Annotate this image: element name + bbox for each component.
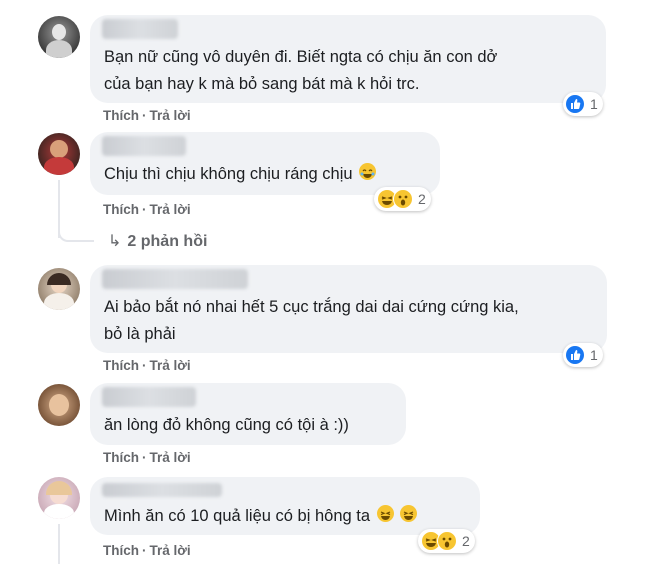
comment-bubble: Mình ăn có 10 quả liệu có bị hông ta	[90, 477, 480, 535]
separator: ·	[142, 202, 147, 217]
reaction-summary[interactable]: 2	[374, 187, 431, 211]
reaction-count: 1	[590, 347, 598, 363]
like-reaction-icon	[566, 346, 584, 364]
wow-reaction-icon	[437, 531, 457, 551]
reaction-count: 2	[462, 533, 470, 549]
cry-laugh-emoji-icon	[359, 163, 377, 180]
comment-text-line: Ai bảo bắt nó nhai hết 5 cục trắng dai d…	[104, 298, 519, 316]
reaction-summary[interactable]: 1	[563, 92, 603, 116]
like-link[interactable]: Thích	[103, 358, 139, 373]
avatar[interactable]	[38, 133, 80, 175]
author-name-redacted[interactable]	[102, 483, 222, 497]
view-replies-link[interactable]: ↳ 2 phản hồi	[108, 231, 207, 251]
avatar[interactable]	[38, 268, 80, 310]
reaction-count: 2	[418, 191, 426, 207]
comment-text-line: Bạn nữ cũng vô duyên đi. Biết ngta có ch…	[104, 48, 498, 66]
separator: ·	[142, 450, 147, 465]
comment-actions: Thích · Trả lời	[103, 358, 191, 373]
author-name-redacted[interactable]	[102, 387, 196, 407]
reaction-summary[interactable]: 1	[563, 343, 603, 367]
grin-emoji-icon	[376, 505, 394, 522]
reply-link[interactable]: Trả lời	[150, 108, 191, 123]
like-link[interactable]: Thích	[103, 108, 139, 123]
author-name-redacted[interactable]	[102, 136, 186, 156]
comment-actions: Thích · Trả lời	[103, 450, 191, 465]
reply-link[interactable]: Trả lời	[150, 543, 191, 558]
comment-bubble: Chịu thì chịu không chịu ráng chịu	[90, 132, 440, 195]
avatar[interactable]	[38, 16, 80, 58]
comment-bubble: Bạn nữ cũng vô duyên đi. Biết ngta có ch…	[90, 15, 606, 103]
comment-actions: Thích · Trả lời	[103, 108, 191, 123]
reply-link[interactable]: Trả lời	[150, 358, 191, 373]
author-name-redacted[interactable]	[102, 19, 178, 39]
separator: ·	[142, 358, 147, 373]
thread-line-last	[58, 524, 60, 564]
reply-arrow-icon: ↳	[108, 233, 122, 250]
comment-text-line: Chịu thì chịu không chịu ráng chịu	[104, 161, 377, 188]
like-link[interactable]: Thích	[103, 543, 139, 558]
comment-bubble: ăn lòng đỏ không cũng có tội à :))	[90, 383, 406, 445]
comment-text: Chịu thì chịu không chịu ráng chịu	[104, 165, 353, 183]
comment-actions: Thích · Trả lời	[103, 543, 191, 558]
comment-text-line: của bạn hay k mà bỏ sang bát mà k hỏi tr…	[104, 75, 420, 93]
comment-text: Mình ăn có 10 quả liệu có bị hông ta	[104, 507, 371, 525]
avatar[interactable]	[38, 477, 80, 519]
separator: ·	[142, 543, 147, 558]
like-link[interactable]: Thích	[103, 450, 139, 465]
author-name-redacted[interactable]	[102, 269, 248, 289]
reaction-count: 1	[590, 96, 598, 112]
avatar[interactable]	[38, 384, 80, 426]
reply-thread-curve	[58, 222, 94, 242]
comment-text-line: Mình ăn có 10 quả liệu có bị hông ta	[104, 503, 418, 530]
comment-bubble: Ai bảo bắt nó nhai hết 5 cục trắng dai d…	[90, 265, 607, 353]
separator: ·	[142, 108, 147, 123]
replies-label: 2 phản hồi	[127, 233, 208, 250]
comment-text-line: bỏ là phải	[104, 325, 176, 343]
reply-link[interactable]: Trả lời	[150, 450, 191, 465]
grin-emoji-icon	[400, 505, 418, 522]
comment-text-line: ăn lòng đỏ không cũng có tội à :))	[104, 416, 349, 434]
like-reaction-icon	[566, 95, 584, 113]
comment-actions: Thích · Trả lời	[103, 202, 191, 217]
reaction-summary[interactable]: 2	[418, 529, 475, 553]
wow-reaction-icon	[393, 189, 413, 209]
reply-link[interactable]: Trả lời	[150, 202, 191, 217]
like-link[interactable]: Thích	[103, 202, 139, 217]
